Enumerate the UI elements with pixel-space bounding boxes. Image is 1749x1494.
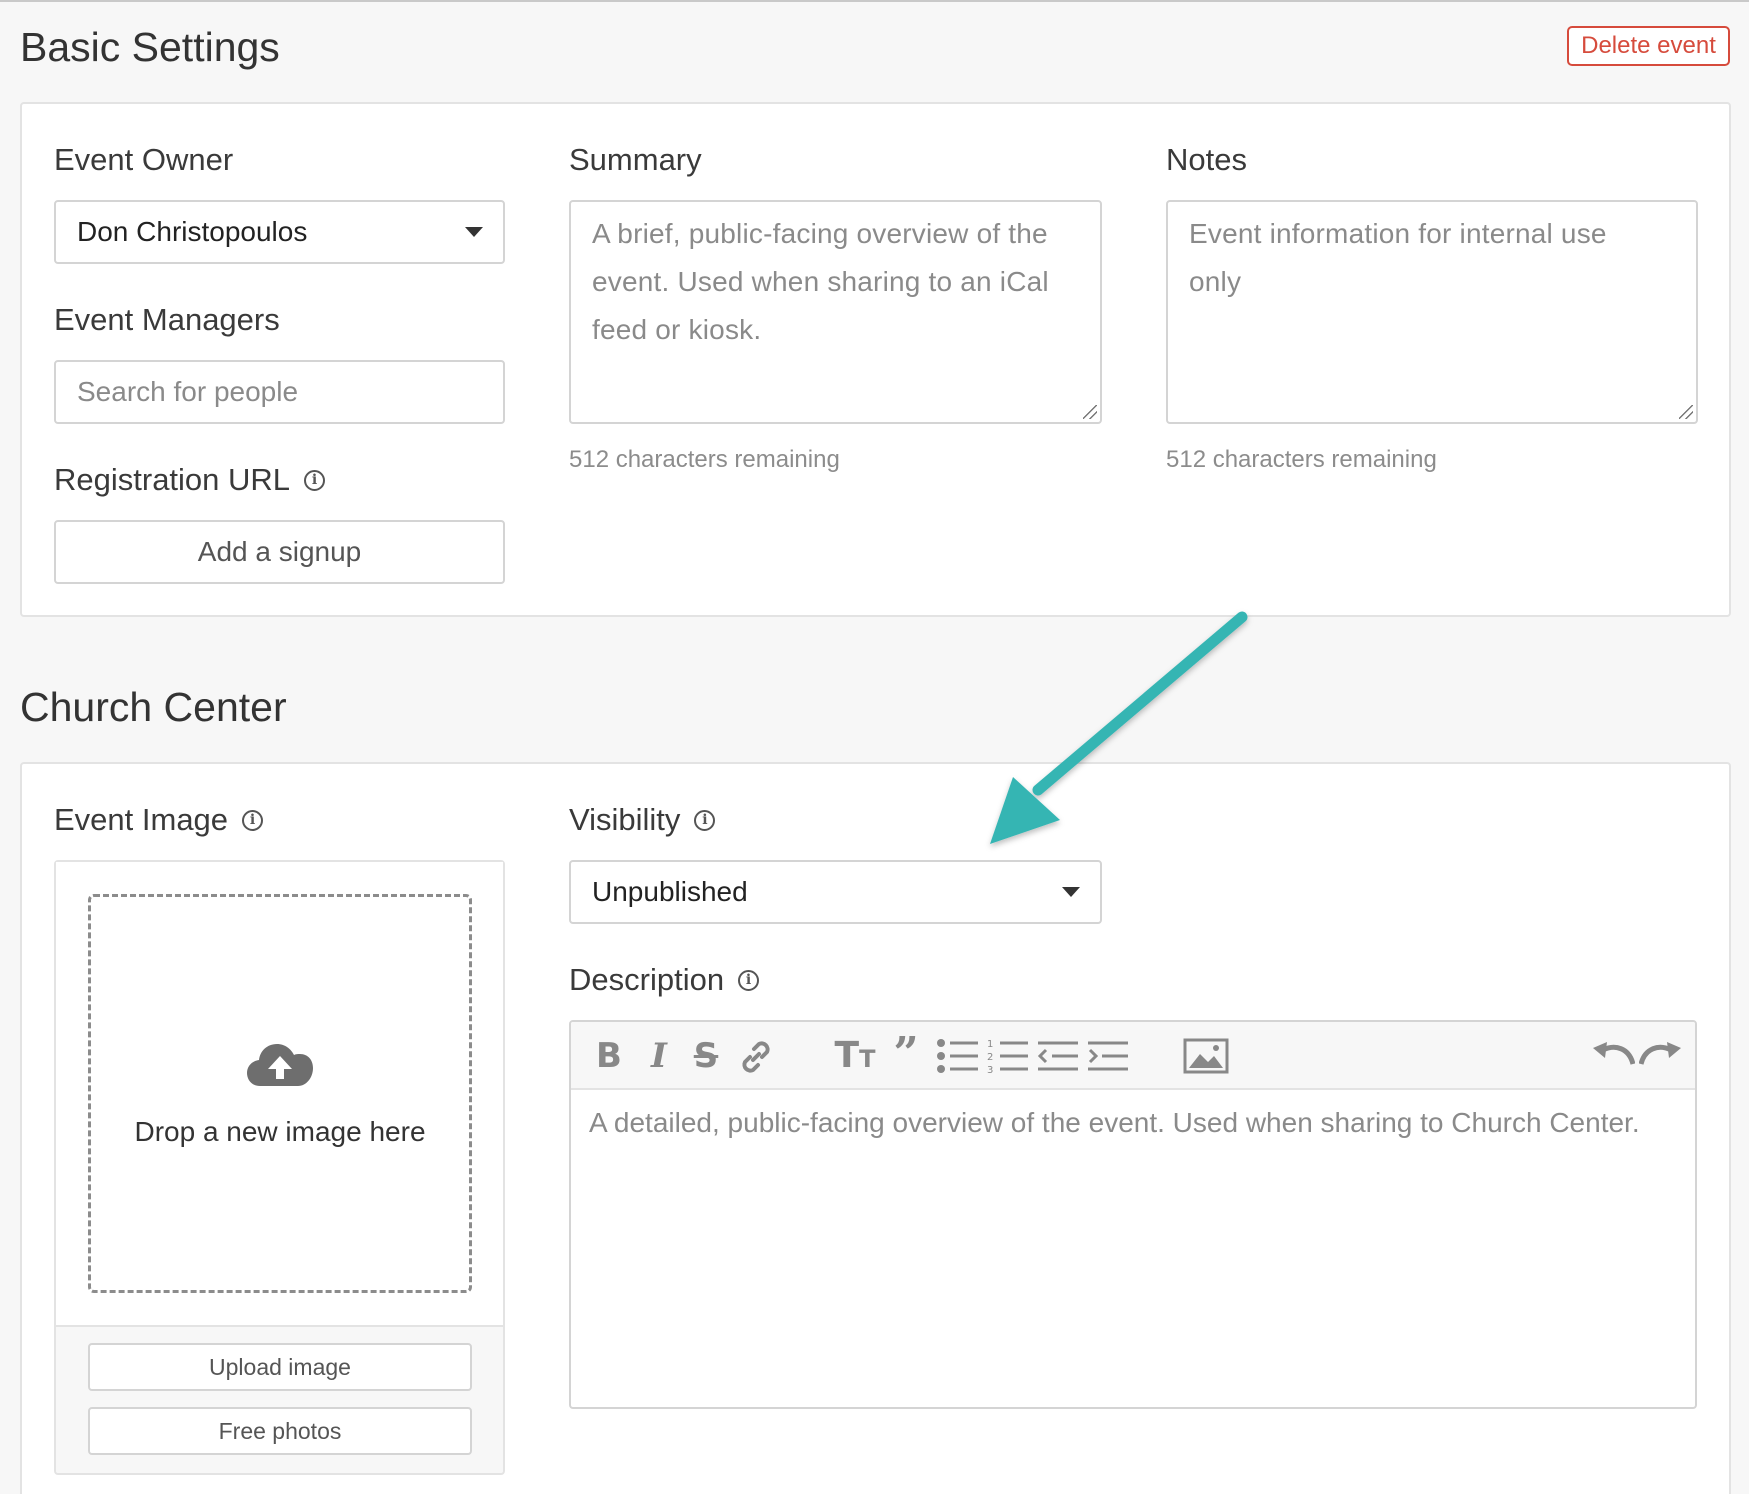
visibility-select[interactable]: Unpublished bbox=[569, 860, 1102, 924]
redo-icon[interactable] bbox=[1639, 1040, 1683, 1072]
summary-char-count: 512 characters remaining bbox=[569, 446, 840, 473]
notes-label-text: Notes bbox=[1166, 142, 1247, 177]
image-icon[interactable] bbox=[1183, 1038, 1229, 1074]
page: Basic Settings Delete event Event Owner … bbox=[0, 0, 1749, 1494]
basic-settings-title: Basic Settings bbox=[20, 24, 280, 70]
visibility-value: Unpublished bbox=[592, 876, 748, 907]
delete-event-button[interactable]: Delete event bbox=[1567, 26, 1730, 66]
registration-url-label: Registration URL i bbox=[54, 462, 326, 498]
event-owner-label: Event Owner bbox=[54, 142, 233, 178]
notes-char-count: 512 characters remaining bbox=[1166, 446, 1437, 473]
description-placeholder: A detailed, public-facing overview of th… bbox=[589, 1107, 1640, 1138]
chevron-down-icon bbox=[1062, 887, 1080, 897]
editor-toolbar: B I S TT ” 1 2 3 bbox=[571, 1022, 1695, 1090]
link-icon[interactable] bbox=[736, 1037, 776, 1077]
event-owner-value: Don Christopoulos bbox=[77, 216, 308, 247]
notes-textarea[interactable]: Event information for internal use only bbox=[1166, 200, 1698, 424]
event-managers-label: Event Managers bbox=[54, 302, 280, 338]
visibility-label: Visibility i bbox=[569, 802, 716, 838]
event-managers-search-input[interactable]: Search for people bbox=[54, 360, 505, 424]
svg-text:3: 3 bbox=[987, 1065, 993, 1074]
info-icon[interactable]: i bbox=[694, 809, 716, 831]
summary-textarea[interactable]: A brief, public-facing overview of the e… bbox=[569, 200, 1102, 424]
event-image-label: Event Image i bbox=[54, 802, 264, 838]
event-image-label-text: Event Image bbox=[54, 802, 229, 837]
summary-label-text: Summary bbox=[569, 142, 702, 177]
event-owner-label-text: Event Owner bbox=[54, 142, 234, 177]
info-icon[interactable]: i bbox=[304, 469, 326, 491]
description-editor[interactable]: B I S TT ” 1 2 3 A detailed, public-facing… bbox=[569, 1020, 1697, 1409]
strikethrough-icon[interactable]: S bbox=[686, 1038, 726, 1074]
numbered-list-icon[interactable]: 1 2 3 bbox=[986, 1038, 1030, 1074]
indent-icon[interactable] bbox=[1086, 1038, 1130, 1074]
heading-icon[interactable]: TT bbox=[833, 1038, 877, 1074]
description-label-text: Description bbox=[569, 962, 725, 997]
notes-label: Notes bbox=[1166, 142, 1247, 178]
bullet-list-icon[interactable] bbox=[936, 1038, 980, 1074]
summary-label: Summary bbox=[569, 142, 702, 178]
free-photos-button[interactable]: Free photos bbox=[88, 1407, 472, 1455]
upload-image-button[interactable]: Upload image bbox=[88, 1343, 472, 1391]
church-center-title: Church Center bbox=[20, 684, 287, 730]
chevron-down-icon bbox=[465, 227, 483, 237]
bold-icon[interactable]: B bbox=[591, 1038, 627, 1074]
summary-placeholder: A brief, public-facing overview of the e… bbox=[592, 218, 1049, 345]
notes-placeholder: Event information for internal use only bbox=[1189, 218, 1607, 297]
annotation-arrow-icon bbox=[990, 611, 1248, 844]
registration-url-label-text: Registration URL bbox=[54, 462, 291, 497]
resize-handle-icon[interactable] bbox=[1083, 405, 1097, 419]
italic-icon[interactable]: I bbox=[641, 1038, 677, 1074]
info-icon[interactable]: i bbox=[242, 809, 264, 831]
event-owner-select[interactable]: Don Christopoulos bbox=[54, 200, 505, 264]
resize-handle-icon[interactable] bbox=[1679, 405, 1693, 419]
event-managers-label-text: Event Managers bbox=[54, 302, 280, 337]
undo-icon[interactable] bbox=[1591, 1040, 1635, 1072]
cloud-upload-icon bbox=[247, 1044, 313, 1086]
add-signup-button[interactable]: Add a signup bbox=[54, 520, 505, 584]
visibility-label-text: Visibility bbox=[569, 802, 681, 837]
event-managers-placeholder: Search for people bbox=[77, 376, 299, 407]
svg-text:1: 1 bbox=[987, 1039, 993, 1050]
info-icon[interactable]: i bbox=[738, 969, 760, 991]
description-label: Description i bbox=[569, 962, 760, 998]
drop-image-text: Drop a new image here bbox=[134, 1116, 426, 1147]
outdent-icon[interactable] bbox=[1036, 1038, 1080, 1074]
svg-text:2: 2 bbox=[987, 1052, 993, 1063]
quote-icon[interactable]: ” bbox=[889, 1032, 923, 1076]
image-dropzone[interactable] bbox=[88, 894, 472, 1293]
